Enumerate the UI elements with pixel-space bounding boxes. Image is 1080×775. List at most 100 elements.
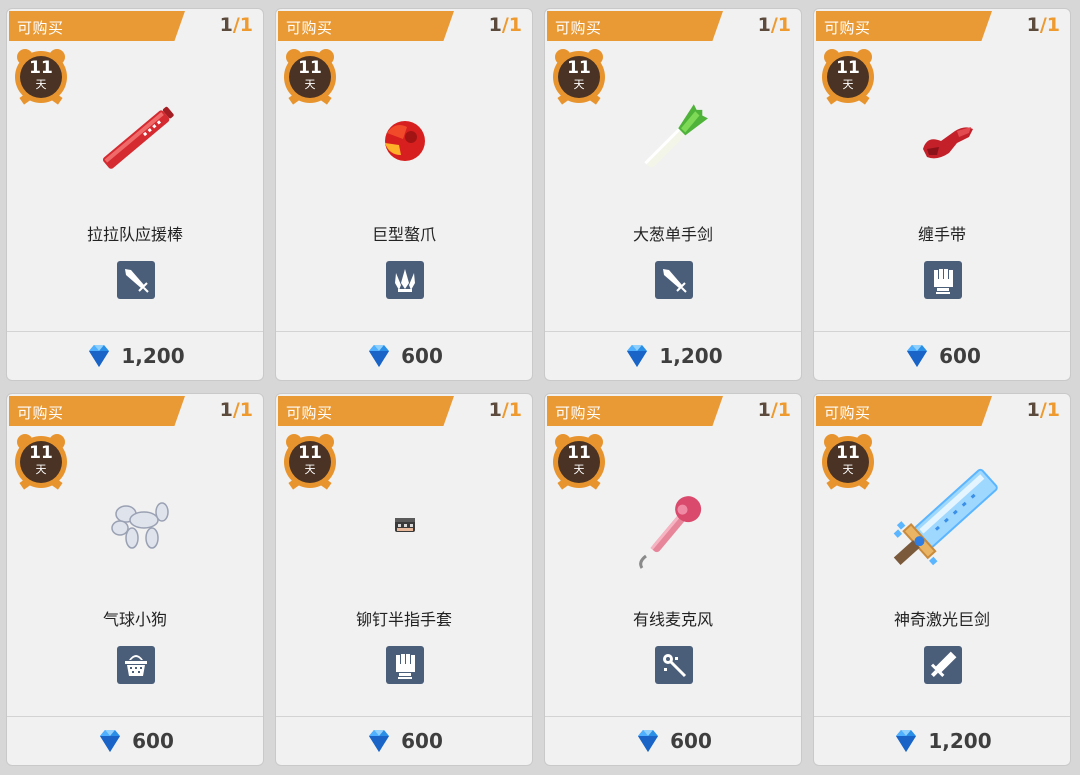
microphone-icon	[624, 476, 724, 576]
banner-label: 可购买	[17, 404, 64, 422]
alarm-clock-icon: 11 天	[822, 47, 874, 105]
item-name: 巨型螯爪	[371, 225, 436, 244]
price-value: 600	[939, 344, 981, 368]
diamond-gem-icon	[638, 730, 659, 752]
shop-item-card[interactable]: 可购买 1/1 11 天 大葱单手剑 1,200	[544, 8, 802, 381]
stock-current: 1	[1026, 14, 1040, 36]
days-unit: 天	[573, 78, 585, 91]
stock-current: 1	[1026, 399, 1040, 421]
shop-item-card[interactable]: 可购买 1/1 11 天 气球小狗 600	[6, 393, 264, 766]
shop-grid: 可购买 1/1 11 天 拉拉队应援棒 1,200 可购买 1/1 11 天 巨型螯…	[0, 0, 1080, 775]
days-unit: 天	[304, 463, 316, 476]
studded-glove-icon	[355, 476, 455, 576]
shop-item-card[interactable]: 可购买 1/1 11 天 神奇激光巨剑 1,200	[813, 393, 1071, 766]
price-row[interactable]: 600	[276, 332, 532, 380]
shop-item-card[interactable]: 可购买 1/1 11 天 有线麦克风 600	[544, 393, 802, 766]
days-remaining: 11	[298, 58, 322, 78]
stock-max: 1	[777, 14, 791, 36]
alarm-clock-icon: 11 天	[284, 432, 336, 490]
giant-claw-icon	[355, 91, 455, 191]
greatsword-type-icon	[924, 646, 962, 684]
banner-label: 可购买	[17, 19, 64, 37]
price-row[interactable]: 600	[7, 717, 263, 765]
days-unit: 天	[573, 463, 585, 476]
item-name: 铆钉半指手套	[355, 610, 452, 629]
banner-label: 可购买	[824, 404, 871, 422]
available-banner: 可购买	[9, 11, 185, 41]
available-banner: 可购买	[816, 11, 992, 41]
shop-item-card[interactable]: 可购买 1/1 11 天 拉拉队应援棒 1,200	[6, 8, 264, 381]
diamond-gem-icon	[907, 345, 928, 367]
stock-current: 1	[488, 399, 502, 421]
price-value: 600	[401, 344, 443, 368]
diamond-gem-icon	[89, 345, 110, 367]
available-banner: 可购买	[547, 396, 723, 426]
banner-label: 可购买	[824, 19, 871, 37]
price-row[interactable]: 1,200	[545, 332, 801, 380]
price-value: 1,200	[659, 344, 723, 368]
available-banner: 可购买	[278, 396, 454, 426]
stock-current: 1	[488, 14, 502, 36]
days-remaining: 11	[567, 443, 591, 463]
stock-current: 1	[219, 399, 233, 421]
banner-label: 可购买	[286, 19, 333, 37]
available-banner: 可购买	[816, 396, 992, 426]
days-unit: 天	[842, 463, 854, 476]
stock-max: 1	[508, 399, 522, 421]
banner-label: 可购买	[555, 404, 602, 422]
price-value: 600	[132, 729, 174, 753]
item-name: 缠手带	[917, 225, 966, 244]
days-remaining: 11	[836, 443, 860, 463]
banner-label: 可购买	[286, 404, 333, 422]
diamond-gem-icon	[100, 730, 121, 752]
price-row[interactable]: 600	[545, 717, 801, 765]
item-name: 有线麦克风	[632, 610, 713, 629]
days-unit: 天	[35, 78, 47, 91]
fist-type-icon	[386, 646, 424, 684]
stock-count: 1/1	[488, 399, 522, 421]
stock-current: 1	[757, 14, 771, 36]
item-name: 神奇激光巨剑	[893, 610, 990, 629]
basket-type-icon	[117, 646, 155, 684]
fist-type-icon	[924, 261, 962, 299]
available-banner: 可购买	[278, 11, 454, 41]
diamond-gem-icon	[369, 730, 390, 752]
diamond-gem-icon	[627, 345, 648, 367]
stock-max: 1	[239, 14, 253, 36]
wand-type-icon	[655, 646, 693, 684]
diamond-gem-icon	[369, 345, 390, 367]
stock-max: 1	[1046, 14, 1060, 36]
sword-type-icon	[117, 261, 155, 299]
shop-item-card[interactable]: 可购买 1/1 11 天 巨型螯爪 600	[275, 8, 533, 381]
days-unit: 天	[842, 78, 854, 91]
price-row[interactable]: 1,200	[7, 332, 263, 380]
stock-count: 1/1	[219, 399, 253, 421]
alarm-clock-icon: 11 天	[284, 47, 336, 105]
shop-item-card[interactable]: 可购买 1/1 11 天 缠手带 600	[813, 8, 1071, 381]
price-value: 600	[401, 729, 443, 753]
stock-current: 1	[219, 14, 233, 36]
shop-item-card[interactable]: 可购买 1/1 11 天 铆钉半指手套 600	[275, 393, 533, 766]
item-name: 气球小狗	[102, 610, 167, 629]
alarm-clock-icon: 11 天	[822, 432, 874, 490]
item-name: 大葱单手剑	[632, 225, 713, 244]
alarm-clock-icon: 11 天	[553, 47, 605, 105]
price-value: 1,200	[928, 729, 992, 753]
laser-greatsword-icon	[878, 464, 1008, 584]
price-row[interactable]: 600	[276, 717, 532, 765]
alarm-clock-icon: 11 天	[553, 432, 605, 490]
available-banner: 可购买	[9, 396, 185, 426]
stock-count: 1/1	[1026, 399, 1060, 421]
price-row[interactable]: 1,200	[814, 717, 1070, 765]
alarm-clock-icon: 11 天	[15, 47, 67, 105]
stock-max: 1	[777, 399, 791, 421]
days-remaining: 11	[29, 443, 53, 463]
stock-current: 1	[757, 399, 771, 421]
stock-count: 1/1	[488, 14, 522, 36]
days-remaining: 11	[29, 58, 53, 78]
days-unit: 天	[35, 463, 47, 476]
price-row[interactable]: 600	[814, 332, 1070, 380]
stock-count: 1/1	[219, 14, 253, 36]
sword-type-icon	[655, 261, 693, 299]
leek-sword-icon	[624, 91, 724, 191]
